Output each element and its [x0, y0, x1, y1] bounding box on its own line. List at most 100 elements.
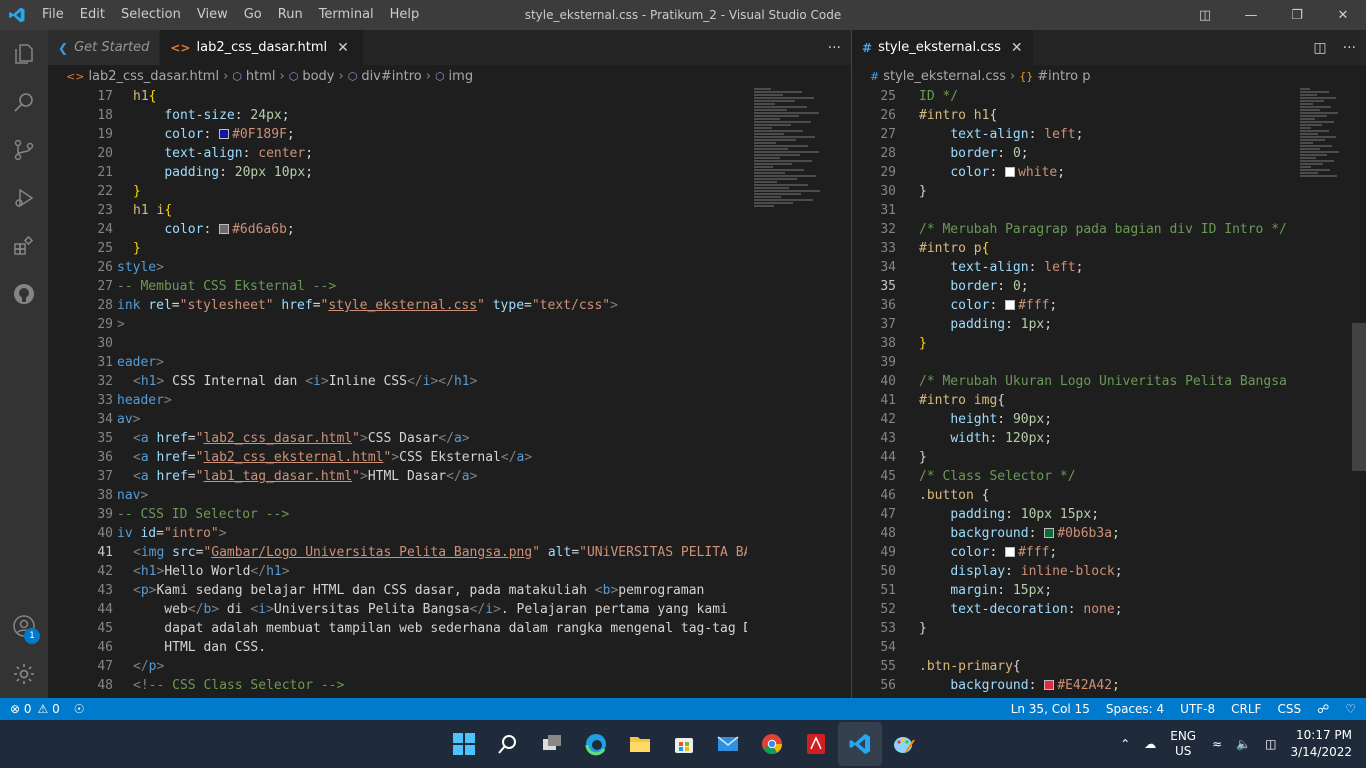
vertical-scrollbar[interactable]: [1352, 87, 1366, 698]
feedback-icon[interactable]: ☍: [1317, 702, 1329, 716]
problems-warnings[interactable]: ⚠ 0: [38, 702, 60, 716]
code-line[interactable]: border: 0;: [919, 277, 1293, 296]
breadcrumb-item[interactable]: {} #intro p: [1019, 69, 1090, 84]
code-line[interactable]: <a href="lab2_css_dasar.html">CSS Dasar<…: [117, 429, 747, 448]
extensions-icon[interactable]: [0, 222, 48, 270]
language-mode[interactable]: CSS: [1277, 702, 1301, 716]
code-line[interactable]: padding: 1px;: [919, 315, 1293, 334]
code-line[interactable]: padding: 20px 10px;: [117, 163, 747, 182]
notifications-bell-icon[interactable]: ♡: [1345, 702, 1356, 716]
explorer-icon[interactable]: [0, 30, 48, 78]
code-line[interactable]: dapat adalah membuat tampilan web sederh…: [117, 619, 747, 638]
code-line[interactable]: background: #E42A42;: [919, 676, 1293, 695]
code-line[interactable]: text-align: center;: [117, 144, 747, 163]
code-line[interactable]: <p>Kami sedang belajar HTML dan CSS dasa…: [117, 581, 747, 600]
code-line[interactable]: <img src = "Gambar/Logo Universitas Pelita…: [117, 543, 747, 562]
code-line[interactable]: background: #0b6b3a;: [919, 524, 1293, 543]
code-line[interactable]: color: #0F189F;: [117, 125, 747, 144]
more-actions-icon[interactable]: ···: [1343, 40, 1356, 56]
chrome-browser-icon[interactable]: [750, 722, 794, 766]
cloud-icon[interactable]: ☁: [1144, 737, 1156, 751]
code-line[interactable]: color: #6d6a6b;: [117, 220, 747, 239]
code-text[interactable]: ID */#intro h1{ text-align: left; border…: [919, 87, 1293, 695]
code-text[interactable]: h1{ font-size: 24px; color: #0F189F; tex…: [117, 87, 747, 695]
code-line[interactable]: }: [919, 619, 1293, 638]
code-line[interactable]: h1{: [117, 87, 747, 106]
color-swatch[interactable]: [1044, 528, 1055, 538]
color-swatch[interactable]: [219, 224, 230, 234]
code-line[interactable]: style>: [117, 258, 747, 277]
menu-run[interactable]: Run: [270, 0, 311, 30]
code-line[interactable]: height: 90px;: [919, 410, 1293, 429]
paint-icon[interactable]: [882, 722, 926, 766]
color-swatch[interactable]: [1005, 167, 1016, 177]
color-swatch[interactable]: [1005, 547, 1016, 557]
color-swatch[interactable]: [1005, 300, 1016, 310]
code-line[interactable]: <h1>Hello World</h1>: [117, 562, 747, 581]
code-line[interactable]: color: white;: [919, 163, 1293, 182]
code-line[interactable]: }: [117, 239, 747, 258]
menu-terminal[interactable]: Terminal: [311, 0, 382, 30]
battery-icon[interactable]: ◫: [1265, 737, 1276, 751]
code-line[interactable]: .btn-primary{: [919, 657, 1293, 676]
code-line[interactable]: HTML dan CSS.: [117, 638, 747, 657]
tab-style-eksternal[interactable]: # style_eksternal.css ✕: [852, 30, 1034, 65]
minimap[interactable]: [1300, 87, 1350, 207]
code-line[interactable]: border: 0;: [919, 144, 1293, 163]
code-line[interactable]: </p>: [117, 657, 747, 676]
more-actions-icon[interactable]: ···: [828, 40, 841, 56]
color-swatch[interactable]: [1044, 680, 1055, 690]
menu-go[interactable]: Go: [236, 0, 270, 30]
code-line[interactable]: /* Merubah Paragrap pada bagian div ID I…: [919, 220, 1293, 239]
code-line[interactable]: [919, 638, 1293, 657]
code-line[interactable]: /* Merubah Ukuran Logo Univeritas Pelita…: [919, 372, 1293, 391]
code-line[interactable]: web</b> di <i>Universitas Pelita Bangsa<…: [117, 600, 747, 619]
code-line[interactable]: <h1> CSS Internal dan <i>Inline CSS</i><…: [117, 372, 747, 391]
code-line[interactable]: #intro img{: [919, 391, 1293, 410]
tab-get-started[interactable]: ❮ Get Started: [48, 30, 161, 65]
source-control-icon[interactable]: [0, 126, 48, 174]
code-line[interactable]: font-size: 24px;: [117, 106, 747, 125]
split-editor-icon[interactable]: ◫: [1313, 40, 1326, 56]
close-button[interactable]: ✕: [1320, 0, 1366, 30]
vscode-taskbar-icon[interactable]: [838, 722, 882, 766]
code-line[interactable]: nav>: [117, 486, 747, 505]
menu-selection[interactable]: Selection: [113, 0, 189, 30]
input-language[interactable]: ENG US: [1170, 729, 1196, 759]
code-line[interactable]: /* Class Selector */: [919, 467, 1293, 486]
menu-view[interactable]: View: [189, 0, 236, 30]
code-line[interactable]: #intro p{: [919, 239, 1293, 258]
code-line[interactable]: padding: 10px 15px;: [919, 505, 1293, 524]
breadcrumb-item[interactable]: # style_eksternal.css: [870, 69, 1006, 84]
end-of-line[interactable]: CRLF: [1231, 702, 1261, 716]
code-line[interactable]: [919, 353, 1293, 372]
close-tab-icon[interactable]: ✕: [1011, 40, 1023, 56]
code-line[interactable]: }: [919, 448, 1293, 467]
color-swatch[interactable]: [219, 129, 230, 139]
code-line[interactable]: av>: [117, 410, 747, 429]
code-line[interactable]: ID */: [919, 87, 1293, 106]
code-line[interactable]: }: [919, 182, 1293, 201]
breadcrumb-item[interactable]: ⬡ img: [435, 69, 473, 84]
code-line[interactable]: display: inline-block;: [919, 562, 1293, 581]
code-line[interactable]: <a href="lab2_css_eksternal.html">CSS Ek…: [117, 448, 747, 467]
code-line[interactable]: color: #fff;: [919, 543, 1293, 562]
taskbar-search-icon[interactable]: [486, 722, 530, 766]
github-icon[interactable]: [0, 270, 48, 318]
settings-gear-icon[interactable]: [0, 650, 48, 698]
clock[interactable]: 10:17 PM 3/14/2022: [1290, 727, 1352, 761]
windows-start-icon[interactable]: [442, 722, 486, 766]
cursor-position[interactable]: Ln 35, Col 15: [1011, 702, 1090, 716]
code-line[interactable]: .button {: [919, 486, 1293, 505]
code-line[interactable]: -- CSS ID Selector -->: [117, 505, 747, 524]
menu-file[interactable]: File: [34, 0, 72, 30]
code-line[interactable]: color: #fff;: [919, 296, 1293, 315]
minimize-button[interactable]: —: [1228, 0, 1274, 30]
wifi-icon[interactable]: ≈: [1212, 737, 1222, 751]
code-editor-left[interactable]: 17 18 19 20 21 22 23 24 25 26 27 28 29 30 31 32 33 34 35 36…: [48, 87, 851, 698]
code-line[interactable]: ink rel="stylesheet" href="style_ekstern…: [117, 296, 747, 315]
code-line[interactable]: header>: [117, 391, 747, 410]
code-line[interactable]: <a href="lab1_tag_dasar.html">HTML Dasar…: [117, 467, 747, 486]
code-editor-right[interactable]: 25 26 27 28 29 30 31 32 33 34 35 36 37 38 39 40 41 42 43 44…: [852, 87, 1366, 698]
code-line[interactable]: [919, 201, 1293, 220]
